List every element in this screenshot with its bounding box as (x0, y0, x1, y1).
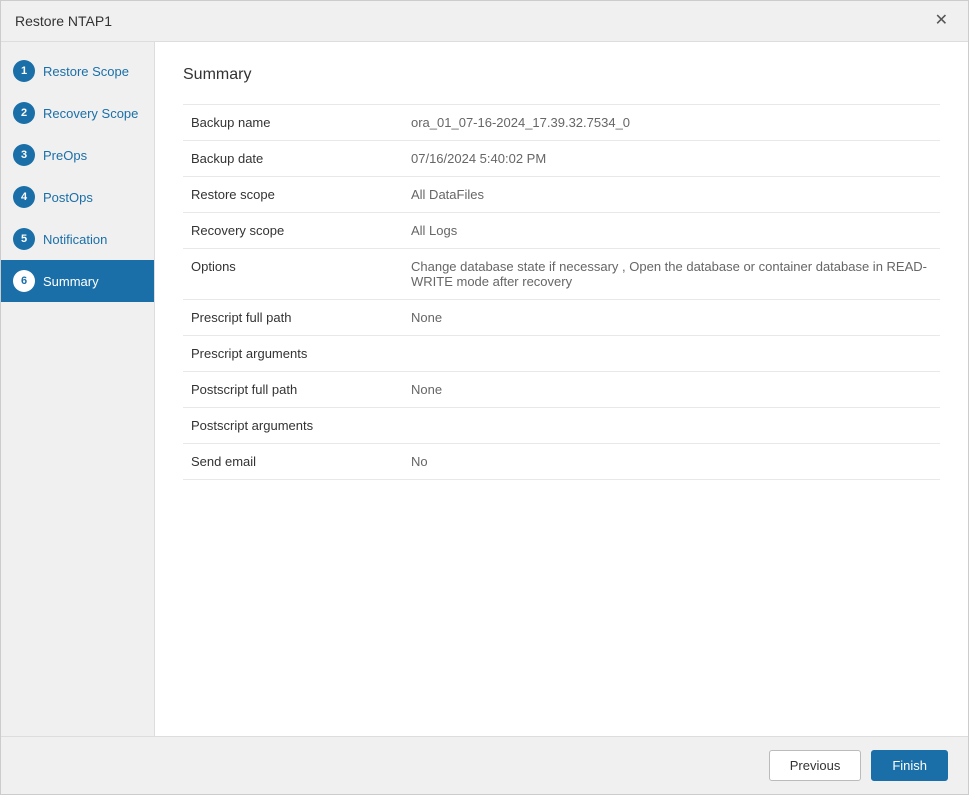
row-value: None (403, 300, 940, 336)
sidebar-item-recovery-scope[interactable]: 2 Recovery Scope (1, 92, 154, 134)
row-label: Restore scope (183, 177, 403, 213)
sidebar-item-label-1: Restore Scope (43, 64, 129, 79)
row-value: All DataFiles (403, 177, 940, 213)
window-title: Restore NTAP1 (15, 13, 112, 29)
table-row: Send emailNo (183, 444, 940, 480)
row-value: None (403, 372, 940, 408)
close-button[interactable]: ✕ (929, 11, 954, 31)
row-label: Send email (183, 444, 403, 480)
table-row: Prescript full pathNone (183, 300, 940, 336)
sidebar-item-preops[interactable]: 3 PreOps (1, 134, 154, 176)
table-row: Backup date07/16/2024 5:40:02 PM (183, 141, 940, 177)
row-value: Change database state if necessary , Ope… (403, 249, 940, 300)
sidebar-item-label-2: Recovery Scope (43, 106, 138, 121)
summary-table: Backup nameora_01_07-16-2024_17.39.32.75… (183, 104, 940, 480)
main-body: Summary Backup nameora_01_07-16-2024_17.… (155, 42, 968, 736)
row-label: Prescript full path (183, 300, 403, 336)
row-label: Options (183, 249, 403, 300)
row-value (403, 408, 940, 444)
table-row: OptionsChange database state if necessar… (183, 249, 940, 300)
previous-button[interactable]: Previous (769, 750, 862, 781)
sidebar-item-label-4: PostOps (43, 190, 93, 205)
page-title: Summary (183, 66, 940, 84)
finish-button[interactable]: Finish (871, 750, 948, 781)
table-row: Recovery scopeAll Logs (183, 213, 940, 249)
row-value (403, 336, 940, 372)
table-row: Backup nameora_01_07-16-2024_17.39.32.75… (183, 105, 940, 141)
sidebar-item-postops[interactable]: 4 PostOps (1, 176, 154, 218)
table-row: Prescript arguments (183, 336, 940, 372)
step-4-circle: 4 (13, 186, 35, 208)
footer: Previous Finish (1, 736, 968, 794)
main-content: Summary Backup nameora_01_07-16-2024_17.… (155, 42, 968, 736)
step-5-circle: 5 (13, 228, 35, 250)
sidebar: 1 Restore Scope 2 Recovery Scope 3 PreOp… (1, 42, 155, 736)
row-label: Backup name (183, 105, 403, 141)
sidebar-item-summary[interactable]: 6 Summary (1, 260, 154, 302)
step-3-circle: 3 (13, 144, 35, 166)
row-label: Backup date (183, 141, 403, 177)
table-row: Postscript full pathNone (183, 372, 940, 408)
row-label: Postscript arguments (183, 408, 403, 444)
table-row: Restore scopeAll DataFiles (183, 177, 940, 213)
sidebar-item-restore-scope[interactable]: 1 Restore Scope (1, 50, 154, 92)
row-value: No (403, 444, 940, 480)
step-1-circle: 1 (13, 60, 35, 82)
row-label: Recovery scope (183, 213, 403, 249)
row-value: 07/16/2024 5:40:02 PM (403, 141, 940, 177)
step-6-circle: 6 (13, 270, 35, 292)
content-area: 1 Restore Scope 2 Recovery Scope 3 PreOp… (1, 42, 968, 736)
window: Restore NTAP1 ✕ 1 Restore Scope 2 Recove… (0, 0, 969, 795)
title-bar: Restore NTAP1 ✕ (1, 1, 968, 42)
row-label: Prescript arguments (183, 336, 403, 372)
sidebar-item-label-3: PreOps (43, 148, 87, 163)
sidebar-item-label-6: Summary (43, 274, 99, 289)
step-2-circle: 2 (13, 102, 35, 124)
table-row: Postscript arguments (183, 408, 940, 444)
sidebar-item-label-5: Notification (43, 232, 107, 247)
sidebar-item-notification[interactable]: 5 Notification (1, 218, 154, 260)
row-label: Postscript full path (183, 372, 403, 408)
row-value: All Logs (403, 213, 940, 249)
row-value: ora_01_07-16-2024_17.39.32.7534_0 (403, 105, 940, 141)
